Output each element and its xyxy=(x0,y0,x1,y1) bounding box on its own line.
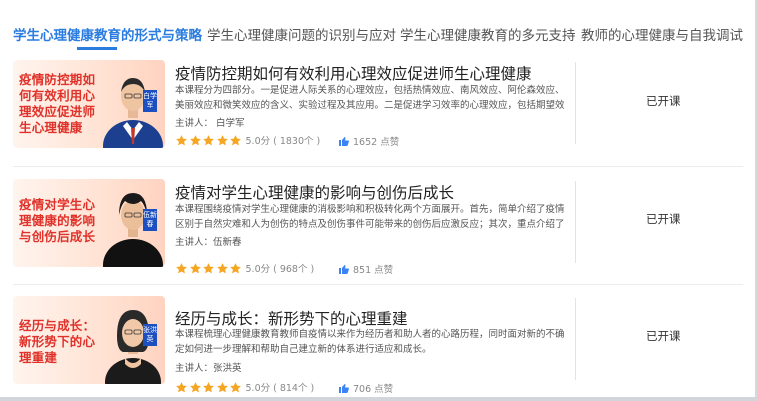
row-divider xyxy=(13,284,743,285)
horizontal-scrollbar[interactable] xyxy=(0,397,757,401)
category-tabs: 学生心理健康教育的形式与策略 学生心理健康问题的识别与应对 学生心理健康教育的多… xyxy=(0,0,757,50)
lecturer-name-tag: 白学军 xyxy=(143,90,157,112)
likes-count: 706 点赞 xyxy=(353,384,394,395)
course-lecturer: 主讲人： 白学军 xyxy=(175,118,245,129)
course-item[interactable]: 经历与成长：新形势下的心理重建 张洪英 经历与成长：新形势下的心理重建 本课程梳… xyxy=(0,296,757,401)
column-divider xyxy=(575,62,576,144)
likes-count: 1652 点赞 xyxy=(353,137,400,148)
star-icon xyxy=(230,381,241,392)
star-icon xyxy=(189,381,201,392)
rating-score: 5.0分 xyxy=(245,383,271,394)
course-lecturer: 主讲人：伍新春 xyxy=(175,237,242,248)
star-icon xyxy=(216,134,228,145)
course-likes[interactable]: 706 点赞 xyxy=(338,381,393,395)
star-icon xyxy=(189,262,201,273)
course-description: 本课程梳理心理健康教育教师自疫情以来作为经历者和助人者的心路历程，同时面对新的不… xyxy=(175,329,565,355)
star-icon xyxy=(203,262,214,273)
course-status: 已开课 xyxy=(646,212,681,226)
course-item[interactable]: 疫情防控期如何有效利用心理效应促进师生心理健康 白学军 疫情防控期如何有效利用心… xyxy=(0,60,757,165)
course-description: 本课程围绕疫情对学生心理健康的消极影响和积极转化两个方面展开。首先，简单介绍了疫… xyxy=(175,204,565,230)
star-icon xyxy=(176,381,187,392)
rating-count: ( 814个 ) xyxy=(273,383,315,394)
lecturer-name-tag: 张洪英 xyxy=(143,324,157,346)
course-status: 已开课 xyxy=(646,94,681,108)
rating-count: ( 1830个 ) xyxy=(273,136,321,147)
row-divider xyxy=(13,166,743,167)
star-icon xyxy=(203,381,214,392)
star-icon xyxy=(176,134,187,145)
thumbs-up-icon xyxy=(339,265,349,274)
course-thumbnail[interactable]: 疫情对学生心理健康的影响与创伤后成长 伍新春 xyxy=(13,179,165,267)
course-likes[interactable]: 1652 点赞 xyxy=(338,134,399,148)
star-icon xyxy=(203,134,214,145)
course-rating: 5.0分 ( 968个 ) xyxy=(175,261,314,275)
rating-score: 5.0分 xyxy=(245,136,271,147)
thumbs-up-icon xyxy=(339,384,349,393)
course-lecturer: 主讲人：张洪英 xyxy=(175,363,242,374)
lecturer-name-tag: 伍新春 xyxy=(143,209,157,231)
rating-score: 5.0分 xyxy=(245,264,271,275)
thumbnail-title: 疫情防控期如何有效利用心理效应促进师生心理健康 xyxy=(19,72,96,135)
course-thumbnail[interactable]: 经历与成长：新形势下的心理重建 张洪英 xyxy=(13,296,165,384)
course-status: 已开课 xyxy=(646,329,681,343)
star-icon xyxy=(216,381,228,392)
thumbs-up-icon xyxy=(339,137,349,146)
star-icon xyxy=(230,134,241,145)
column-divider xyxy=(575,298,576,380)
column-divider xyxy=(575,181,576,263)
star-icon xyxy=(216,262,228,273)
tab-forms-and-strategies[interactable]: 学生心理健康教育的形式与策略 xyxy=(13,24,202,44)
tab-identification-and-response[interactable]: 学生心理健康问题的识别与应对 xyxy=(207,24,396,44)
rating-count: ( 968个 ) xyxy=(273,264,315,275)
thumbnail-title: 疫情对学生心理健康的影响与创伤后成长 xyxy=(19,197,96,244)
tab-teacher-self-care[interactable]: 教师的心理健康与自我调试 xyxy=(581,24,743,44)
course-rating: 5.0分 ( 814个 ) xyxy=(175,380,314,394)
course-item[interactable]: 疫情对学生心理健康的影响与创伤后成长 伍新春 疫情对学生心理健康的影响与创伤后成… xyxy=(0,179,757,284)
course-description: 本课程分为四部分。一是促进人际关系的心理效应，包括热情效应、南风效应、阿伦森效应… xyxy=(175,85,565,111)
star-icon xyxy=(176,262,187,273)
thumbnail-title: 经历与成长：新形势下的心理重建 xyxy=(19,318,96,365)
course-likes[interactable]: 851 点赞 xyxy=(338,262,393,276)
course-rating: 5.0分 ( 1830个 ) xyxy=(175,133,320,147)
course-title[interactable]: 疫情防控期如何有效利用心理效应促进师生心理健康 xyxy=(175,62,532,84)
course-thumbnail[interactable]: 疫情防控期如何有效利用心理效应促进师生心理健康 白学军 xyxy=(13,60,165,148)
course-title[interactable]: 疫情对学生心理健康的影响与创伤后成长 xyxy=(175,181,454,203)
tab-multiple-support[interactable]: 学生心理健康教育的多元支持 xyxy=(400,24,576,44)
active-tab-indicator xyxy=(77,47,117,50)
star-icon xyxy=(230,262,241,273)
likes-count: 851 点赞 xyxy=(353,265,394,276)
course-title[interactable]: 经历与成长：新形势下的心理重建 xyxy=(175,307,408,329)
course-list-page: 学生心理健康教育的形式与策略 学生心理健康问题的识别与应对 学生心理健康教育的多… xyxy=(0,0,757,401)
star-icon xyxy=(189,134,201,145)
